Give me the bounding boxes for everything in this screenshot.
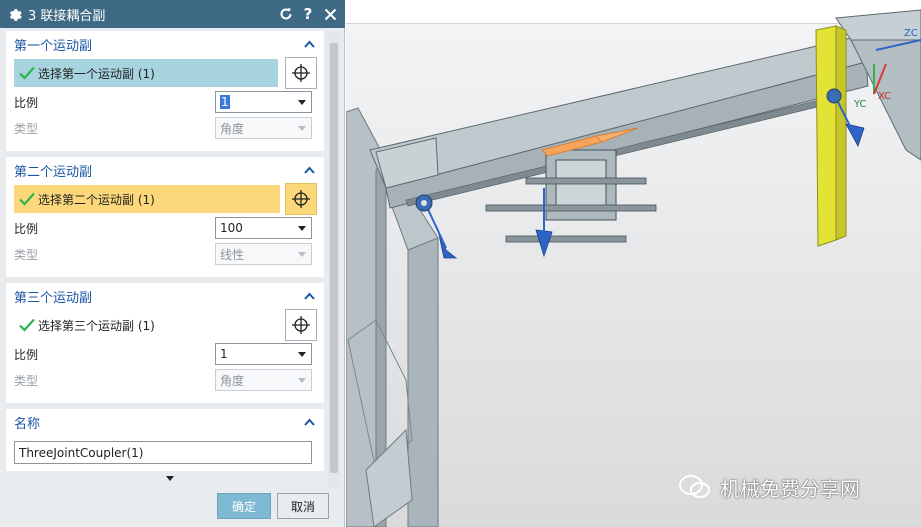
ratio-dropdown[interactable]: 1: [215, 91, 312, 113]
group-title: 第二个运动副: [14, 164, 93, 180]
ratio-dropdown[interactable]: 100: [215, 217, 312, 239]
group-header-third-joint[interactable]: 第三个运动副: [6, 283, 324, 309]
type-value: 角度: [220, 121, 245, 136]
crosshair-icon: [292, 190, 310, 208]
select-first-joint-row: 选择第一个运动副 (1): [14, 57, 324, 89]
ok-button[interactable]: 确定: [217, 493, 271, 519]
ratio-label: 比例: [14, 347, 39, 362]
select-first-joint[interactable]: 选择第一个运动副 (1): [14, 59, 278, 87]
group-header-first-joint[interactable]: 第一个运动副: [6, 31, 324, 57]
type-row: 类型 线性: [6, 241, 324, 267]
watermark: 机械免费分享网: [678, 472, 860, 502]
select-third-joint[interactable]: 选择第三个运动副 (1): [14, 311, 278, 339]
group-name: 名称 ThreeJointCoupler(1): [6, 409, 324, 471]
type-label: 类型: [14, 247, 39, 262]
chevron-down-icon: [298, 226, 306, 231]
chevron-down-icon: [298, 352, 306, 357]
xc-axis-label: XC: [878, 91, 891, 102]
ratio-row: 比例 1: [6, 89, 324, 115]
select-second-joint-row: 选择第二个运动副 (1): [14, 183, 324, 215]
group-first-joint: 第一个运动副 选择第一个运动副 (1) 比例 1 类型 角度: [6, 31, 324, 151]
type-row: 类型 角度: [6, 367, 324, 393]
type-dropdown: 角度: [215, 369, 312, 391]
ratio-label: 比例: [14, 221, 39, 236]
type-value: 角度: [220, 373, 245, 388]
crosshair-select-button[interactable]: [285, 183, 317, 215]
crosshair-icon: [292, 64, 310, 82]
type-label: 类型: [14, 121, 39, 136]
chevron-down-icon: [298, 252, 306, 257]
select-label: 选择第三个运动副 (1): [38, 318, 155, 333]
dialog-body: 第一个运动副 选择第一个运动副 (1) 比例 1 类型 角度 第二个运动副 选择…: [6, 31, 340, 488]
check-icon: [19, 66, 35, 80]
ratio-value: 1: [220, 347, 228, 361]
type-dropdown: 角度: [215, 117, 312, 139]
help-icon[interactable]: ?: [299, 4, 317, 24]
ratio-row: 比例 1: [6, 341, 324, 367]
group-title: 第三个运动副: [14, 290, 93, 306]
chevron-down-icon: [298, 100, 306, 105]
cancel-button[interactable]: 取消: [277, 493, 329, 519]
collapse-icon[interactable]: [302, 415, 316, 429]
group-header-second-joint[interactable]: 第二个运动副: [6, 157, 324, 183]
type-value: 线性: [220, 247, 245, 262]
dialog-button-bar: 确定 取消: [0, 488, 345, 527]
dialog-title: 3 联接耦合副: [28, 8, 106, 24]
watermark-text: 机械免费分享网: [720, 476, 860, 501]
cad-model[interactable]: YC XC ZC: [346, 0, 921, 527]
group-title: 第一个运动副: [14, 38, 93, 54]
select-second-joint[interactable]: 选择第二个运动副 (1): [14, 185, 280, 213]
collapse-icon[interactable]: [302, 163, 316, 177]
more-options-toggle[interactable]: [0, 472, 339, 484]
type-label: 类型: [14, 373, 39, 388]
check-icon: [19, 192, 35, 206]
ratio-value: 1: [220, 95, 230, 109]
select-third-joint-row: 选择第三个运动副 (1): [14, 309, 324, 341]
ratio-row: 比例 100: [6, 215, 324, 241]
check-icon: [19, 318, 35, 332]
wechat-icon: [679, 475, 710, 498]
group-title: 名称: [14, 416, 41, 432]
graphics-viewport[interactable]: YC XC ZC: [346, 0, 921, 527]
ratio-dropdown[interactable]: 1: [215, 343, 312, 365]
group-header-name[interactable]: 名称: [6, 409, 324, 435]
dialog-titlebar: 3 联接耦合副 ?: [0, 0, 345, 28]
crosshair-select-button[interactable]: [285, 309, 317, 341]
scrollbar-thumb[interactable]: [330, 43, 338, 473]
select-label: 选择第一个运动副 (1): [38, 66, 155, 81]
zc-axis-label: ZC: [904, 28, 918, 39]
gear-icon: [4, 0, 26, 28]
ratio-label: 比例: [14, 95, 39, 110]
chevron-down-icon: [298, 126, 306, 131]
collapse-icon[interactable]: [302, 289, 316, 303]
coupler-dialog: 3 联接耦合副 ? 第一个运动副 选择第一个运动副 (1) 比例 1 类型 角度…: [0, 0, 345, 527]
select-label: 选择第二个运动副 (1): [38, 192, 155, 207]
name-value: ThreeJointCoupler(1): [19, 445, 144, 460]
group-second-joint: 第二个运动副 选择第二个运动副 (1) 比例 100 类型 线性: [6, 157, 324, 277]
dialog-scrollbar[interactable]: [328, 31, 340, 488]
type-dropdown: 线性: [215, 243, 312, 265]
type-row: 类型 角度: [6, 115, 324, 141]
crosshair-select-button[interactable]: [285, 57, 317, 89]
expand-down-icon: [165, 475, 174, 481]
reset-icon[interactable]: [277, 4, 295, 24]
yc-axis-label: YC: [853, 99, 867, 110]
ratio-value: 100: [220, 221, 243, 235]
crosshair-icon: [292, 316, 310, 334]
collapse-icon[interactable]: [302, 37, 316, 51]
name-input[interactable]: ThreeJointCoupler(1): [14, 441, 312, 464]
chevron-down-icon: [298, 378, 306, 383]
close-icon[interactable]: [321, 4, 339, 24]
group-third-joint: 第三个运动副 选择第三个运动副 (1) 比例 1 类型 角度: [6, 283, 324, 403]
